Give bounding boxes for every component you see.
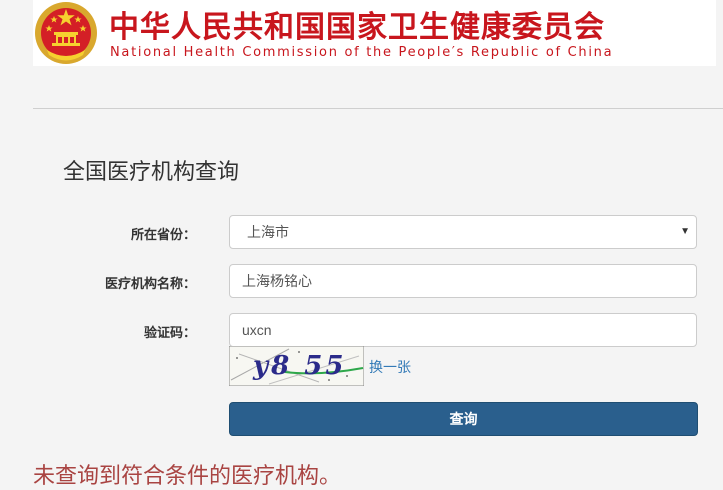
- site-header: 中华人民共和国国家卫生健康委员会 National Health Commiss…: [33, 0, 716, 66]
- captcha-label: 验证码：: [143, 325, 196, 340]
- chevron-down-icon: ▼: [680, 226, 690, 237]
- province-label: 所在省份：: [130, 227, 196, 242]
- institution-name-input[interactable]: 上海杨铭心: [229, 264, 697, 298]
- site-title-cn: 中华人民共和国国家卫生健康委员会: [109, 10, 605, 45]
- result-message: 未查询到符合条件的医疗机构。: [33, 463, 342, 488]
- national-emblem-icon: [35, 2, 97, 64]
- captcha-image-text: y8 55: [252, 351, 346, 381]
- query-button[interactable]: 查询: [229, 402, 698, 436]
- page-title: 全国医疗机构查询: [63, 159, 240, 184]
- captcha-refresh-link[interactable]: 换一张: [369, 357, 411, 377]
- captcha-image: y8 55: [229, 346, 364, 386]
- header-divider: [33, 108, 723, 109]
- captcha-input[interactable]: uxcn: [229, 313, 697, 347]
- institution-name-label: 医疗机构名称：: [104, 276, 196, 291]
- province-select[interactable]: 上海市 ▼: [229, 215, 697, 249]
- province-select-value: 上海市: [247, 224, 289, 240]
- site-title-en: National Health Commission of the People…: [110, 45, 614, 60]
